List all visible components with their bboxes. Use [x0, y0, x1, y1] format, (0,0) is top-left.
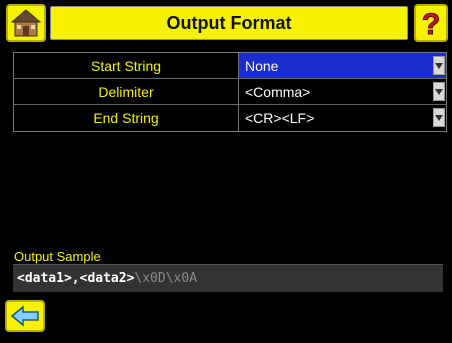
svg-text:?: ?	[422, 8, 440, 39]
back-arrow-icon	[10, 305, 39, 327]
help-question-icon: ?	[421, 8, 440, 40]
back-button[interactable]	[5, 300, 45, 332]
end-string-dropdown[interactable]: <CR><LF>	[239, 105, 446, 131]
output-sample-label: Output Sample	[14, 249, 101, 264]
home-button[interactable]	[6, 4, 46, 42]
delimiter-dropdown-button[interactable]	[433, 82, 445, 101]
settings-row-delimiter: Delimiter <Comma>	[14, 79, 446, 105]
output-sample-data: <data1>,<data2>	[17, 271, 135, 286]
start-string-dropdown[interactable]: None	[239, 53, 446, 78]
output-sample-terminator: \x0D\x0A	[134, 271, 198, 286]
settings-table: Start String None Delimiter <Comma> End …	[13, 52, 447, 132]
chevron-down-icon	[435, 62, 443, 69]
chevron-down-icon	[435, 114, 443, 121]
home-icon	[10, 9, 42, 37]
end-string-label: End String	[14, 105, 239, 131]
chevron-down-icon	[435, 88, 443, 95]
delimiter-value: <Comma>	[245, 83, 311, 100]
delimiter-dropdown[interactable]: <Comma>	[239, 79, 446, 104]
help-button[interactable]: ?	[414, 4, 448, 42]
settings-row-start-string: Start String None	[14, 53, 446, 79]
output-sample-field: <data1>,<data2> \x0D\x0A	[13, 264, 443, 292]
delimiter-label: Delimiter	[14, 79, 239, 104]
settings-row-end-string: End String <CR><LF>	[14, 105, 446, 131]
start-string-label: Start String	[14, 53, 239, 78]
page-title: Output Format	[50, 6, 408, 40]
start-string-dropdown-button[interactable]	[433, 56, 445, 75]
end-string-value: <CR><LF>	[245, 110, 315, 126]
end-string-dropdown-button[interactable]	[433, 108, 445, 127]
start-string-value: None	[245, 57, 279, 74]
